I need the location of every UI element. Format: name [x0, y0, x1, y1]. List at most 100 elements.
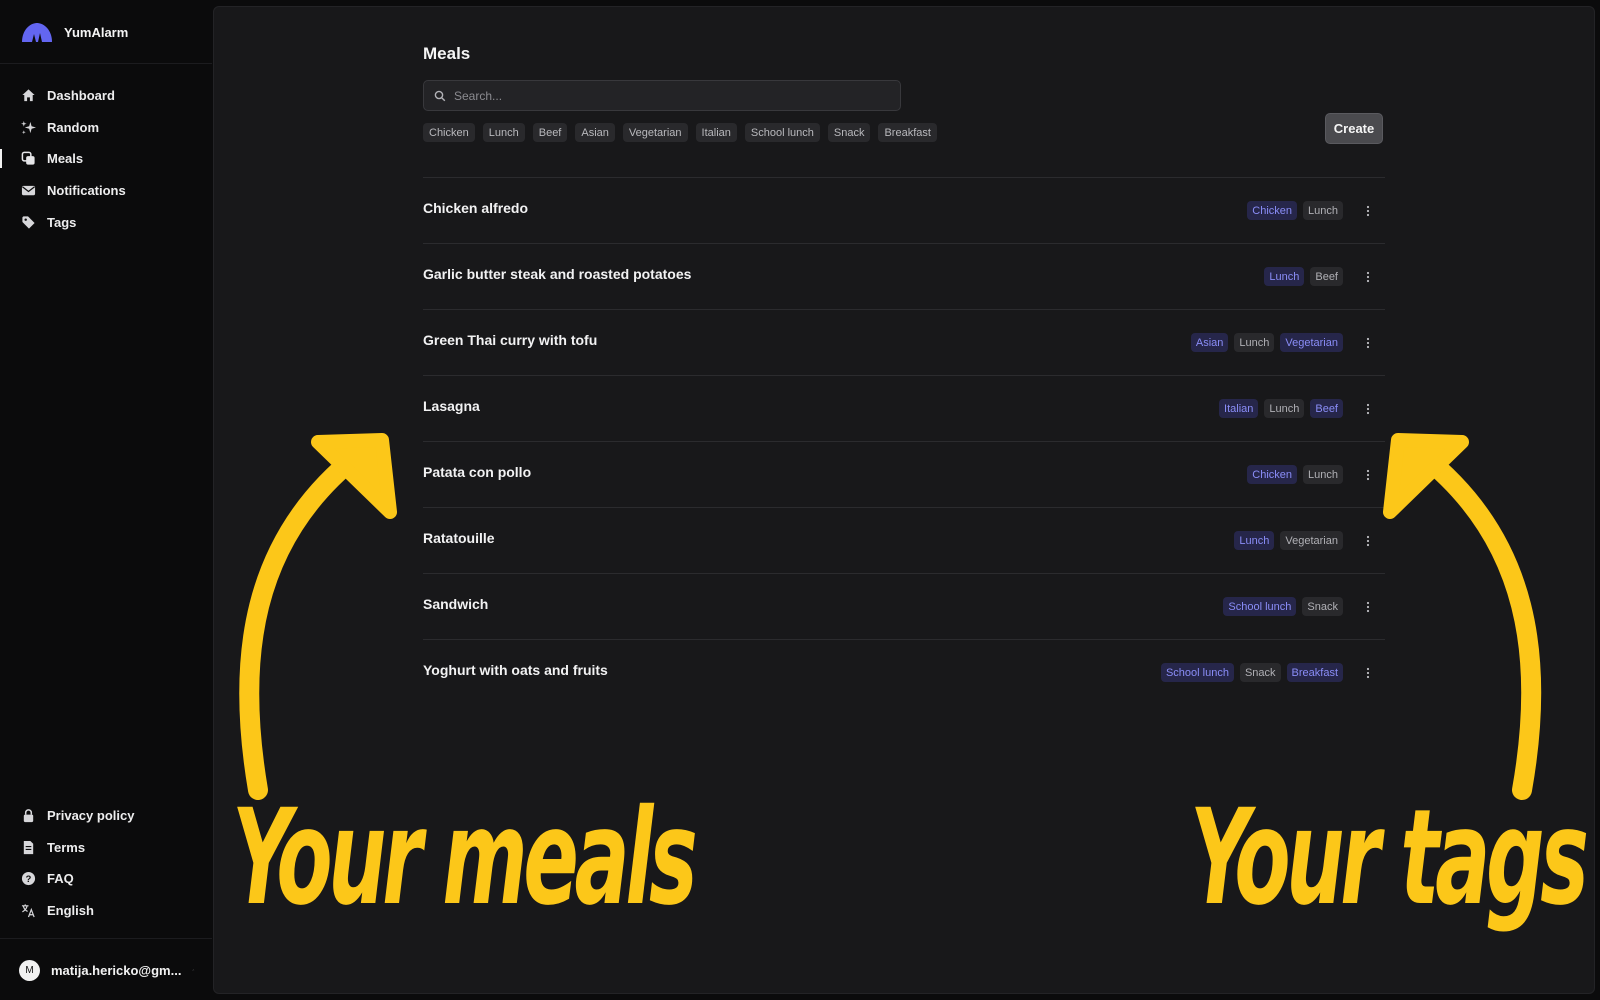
help-icon: ?: [21, 872, 36, 886]
meal-title: Sandwich: [423, 596, 489, 612]
more-vertical-icon[interactable]: [1361, 336, 1375, 350]
annotation-your-meals: Your meals: [232, 781, 698, 935]
more-vertical-icon[interactable]: [1361, 600, 1375, 614]
page-title: Meals: [423, 44, 471, 63]
filter-chip-school-lunch[interactable]: School lunch: [744, 123, 820, 142]
create-button[interactable]: Create: [1325, 113, 1383, 144]
sidebar-item-label: Privacy policy: [47, 808, 135, 824]
app-name: YumAlarm: [64, 24, 129, 40]
meal-tag: Italian: [1219, 399, 1259, 418]
meal-tag: Lunch: [1303, 465, 1343, 484]
meal-row[interactable]: Garlic butter steak and roasted potatoes…: [423, 244, 1385, 310]
filter-chip-breakfast[interactable]: Breakfast: [878, 123, 937, 142]
meal-title: Patata con pollo: [423, 464, 532, 480]
sidebar-item-tags[interactable]: Tags: [0, 206, 212, 238]
sidebar-item-label: Notifications: [47, 183, 126, 199]
sidebar: YumAlarm Dashboard Random Meals Notifica…: [0, 0, 212, 1000]
user-email: matija.hericko@gm...: [51, 962, 182, 978]
meal-tag: Chicken: [1247, 465, 1298, 484]
meal-tags: Chicken Lunch: [1247, 465, 1343, 484]
sidebar-item-dashboard[interactable]: Dashboard: [0, 80, 212, 112]
meal-tag: Beef: [1310, 399, 1343, 418]
tag-icon: [22, 216, 35, 229]
more-vertical-icon[interactable]: [1361, 402, 1375, 416]
meal-tag: Lunch: [1234, 333, 1275, 352]
meal-row[interactable]: Lasagna Italian Lunch Beef: [423, 376, 1385, 442]
sidebar-item-random[interactable]: Random: [0, 112, 212, 144]
meal-title: Ratatouille: [423, 530, 495, 546]
tag-filters: Chicken Lunch Beef Asian Vegetarian Ital…: [423, 123, 937, 142]
meal-row[interactable]: Patata con pollo Chicken Lunch: [423, 442, 1385, 508]
meal-title: Garlic butter steak and roasted potatoes: [423, 266, 692, 282]
meal-title: Green Thai curry with tofu: [423, 332, 598, 348]
sidebar-item-notifications[interactable]: Notifications: [0, 175, 212, 207]
filter-chip-beef[interactable]: Beef: [532, 123, 568, 142]
meal-tag: Breakfast: [1286, 663, 1343, 682]
avatar: M: [19, 959, 40, 981]
meal-tag: Beef: [1310, 267, 1343, 286]
sidebar-item-label: Terms: [47, 839, 86, 855]
sidebar-item-privacy-policy[interactable]: Privacy policy: [0, 800, 212, 832]
meal-tags: Italian Lunch Beef: [1219, 399, 1343, 418]
meal-tag: Vegetarian: [1280, 333, 1343, 352]
brand[interactable]: YumAlarm: [20, 20, 128, 44]
sidebar-item-terms[interactable]: Terms: [0, 832, 212, 864]
sidebar-item-label: FAQ: [47, 871, 74, 887]
search-box[interactable]: [423, 80, 901, 111]
divider: [0, 63, 212, 64]
sidebar-item-faq[interactable]: ? FAQ: [0, 863, 212, 895]
meal-title: Lasagna: [423, 398, 480, 414]
main-nav: Dashboard Random Meals Notifications Tag…: [0, 80, 212, 238]
translate-icon: [21, 904, 35, 918]
meal-tag: Lunch: [1234, 531, 1275, 550]
sidebar-item-label: Random: [47, 119, 99, 135]
search-input[interactable]: [454, 88, 884, 103]
more-vertical-icon[interactable]: [1361, 468, 1375, 482]
sidebar-item-label: Tags: [47, 214, 77, 230]
sidebar-item-language[interactable]: English: [0, 895, 212, 927]
meal-tag: Lunch: [1264, 267, 1305, 286]
meal-tags: Asian Lunch Vegetarian: [1190, 333, 1343, 352]
meal-tags: Lunch Vegetarian: [1234, 531, 1343, 550]
meal-tags: Lunch Beef: [1264, 267, 1343, 286]
lock-icon: [23, 809, 34, 823]
meal-row[interactable]: Chicken alfredo Chicken Lunch: [423, 178, 1385, 244]
chevron-up-icon: [192, 969, 195, 971]
filter-chip-chicken[interactable]: Chicken: [423, 123, 475, 142]
meal-list: Chicken alfredo Chicken Lunch Garlic but…: [423, 177, 1385, 706]
meal-tags: School lunch Snack: [1223, 597, 1343, 616]
meal-tag: Vegetarian: [1280, 531, 1343, 550]
footer-nav: Privacy policy Terms ? FAQ English: [0, 800, 212, 926]
sidebar-item-label: Dashboard: [47, 88, 115, 104]
meal-tag: Snack: [1239, 663, 1281, 682]
meal-row[interactable]: Green Thai curry with tofu Asian Lunch V…: [423, 310, 1385, 376]
filter-chip-lunch[interactable]: Lunch: [482, 123, 525, 142]
document-icon: [23, 840, 34, 854]
filter-chip-vegetarian[interactable]: Vegetarian: [622, 123, 688, 142]
svg-text:?: ?: [26, 874, 32, 884]
meal-tag: Chicken: [1247, 201, 1298, 220]
meal-title: Chicken alfredo: [423, 200, 529, 216]
meal-row[interactable]: Ratatouille Lunch Vegetarian: [423, 508, 1385, 574]
meal-row[interactable]: Sandwich School lunch Snack: [423, 574, 1385, 640]
meal-tag: Asian: [1190, 333, 1229, 352]
meal-tag: School lunch: [1160, 663, 1234, 682]
divider: [0, 938, 212, 939]
logo-icon: [22, 23, 52, 42]
sidebar-item-label: Meals: [47, 151, 84, 167]
meal-row[interactable]: Yoghurt with oats and fruits School lunc…: [423, 640, 1385, 706]
meal-tag: School lunch: [1223, 597, 1297, 616]
filter-chip-italian[interactable]: Italian: [695, 123, 737, 142]
annotation-your-tags: Your tags: [1190, 781, 1589, 935]
more-vertical-icon[interactable]: [1361, 204, 1375, 218]
filter-chip-snack[interactable]: Snack: [827, 123, 871, 142]
sidebar-item-meals[interactable]: Meals: [0, 143, 212, 175]
more-vertical-icon[interactable]: [1361, 534, 1375, 548]
more-vertical-icon[interactable]: [1361, 666, 1375, 680]
more-vertical-icon[interactable]: [1361, 270, 1375, 284]
filter-chip-asian[interactable]: Asian: [575, 123, 615, 142]
sparkles-icon: [21, 120, 36, 134]
meal-tag: Snack: [1302, 597, 1343, 616]
mail-icon: [21, 185, 36, 196]
user-menu[interactable]: M matija.hericko@gm...: [19, 959, 195, 981]
